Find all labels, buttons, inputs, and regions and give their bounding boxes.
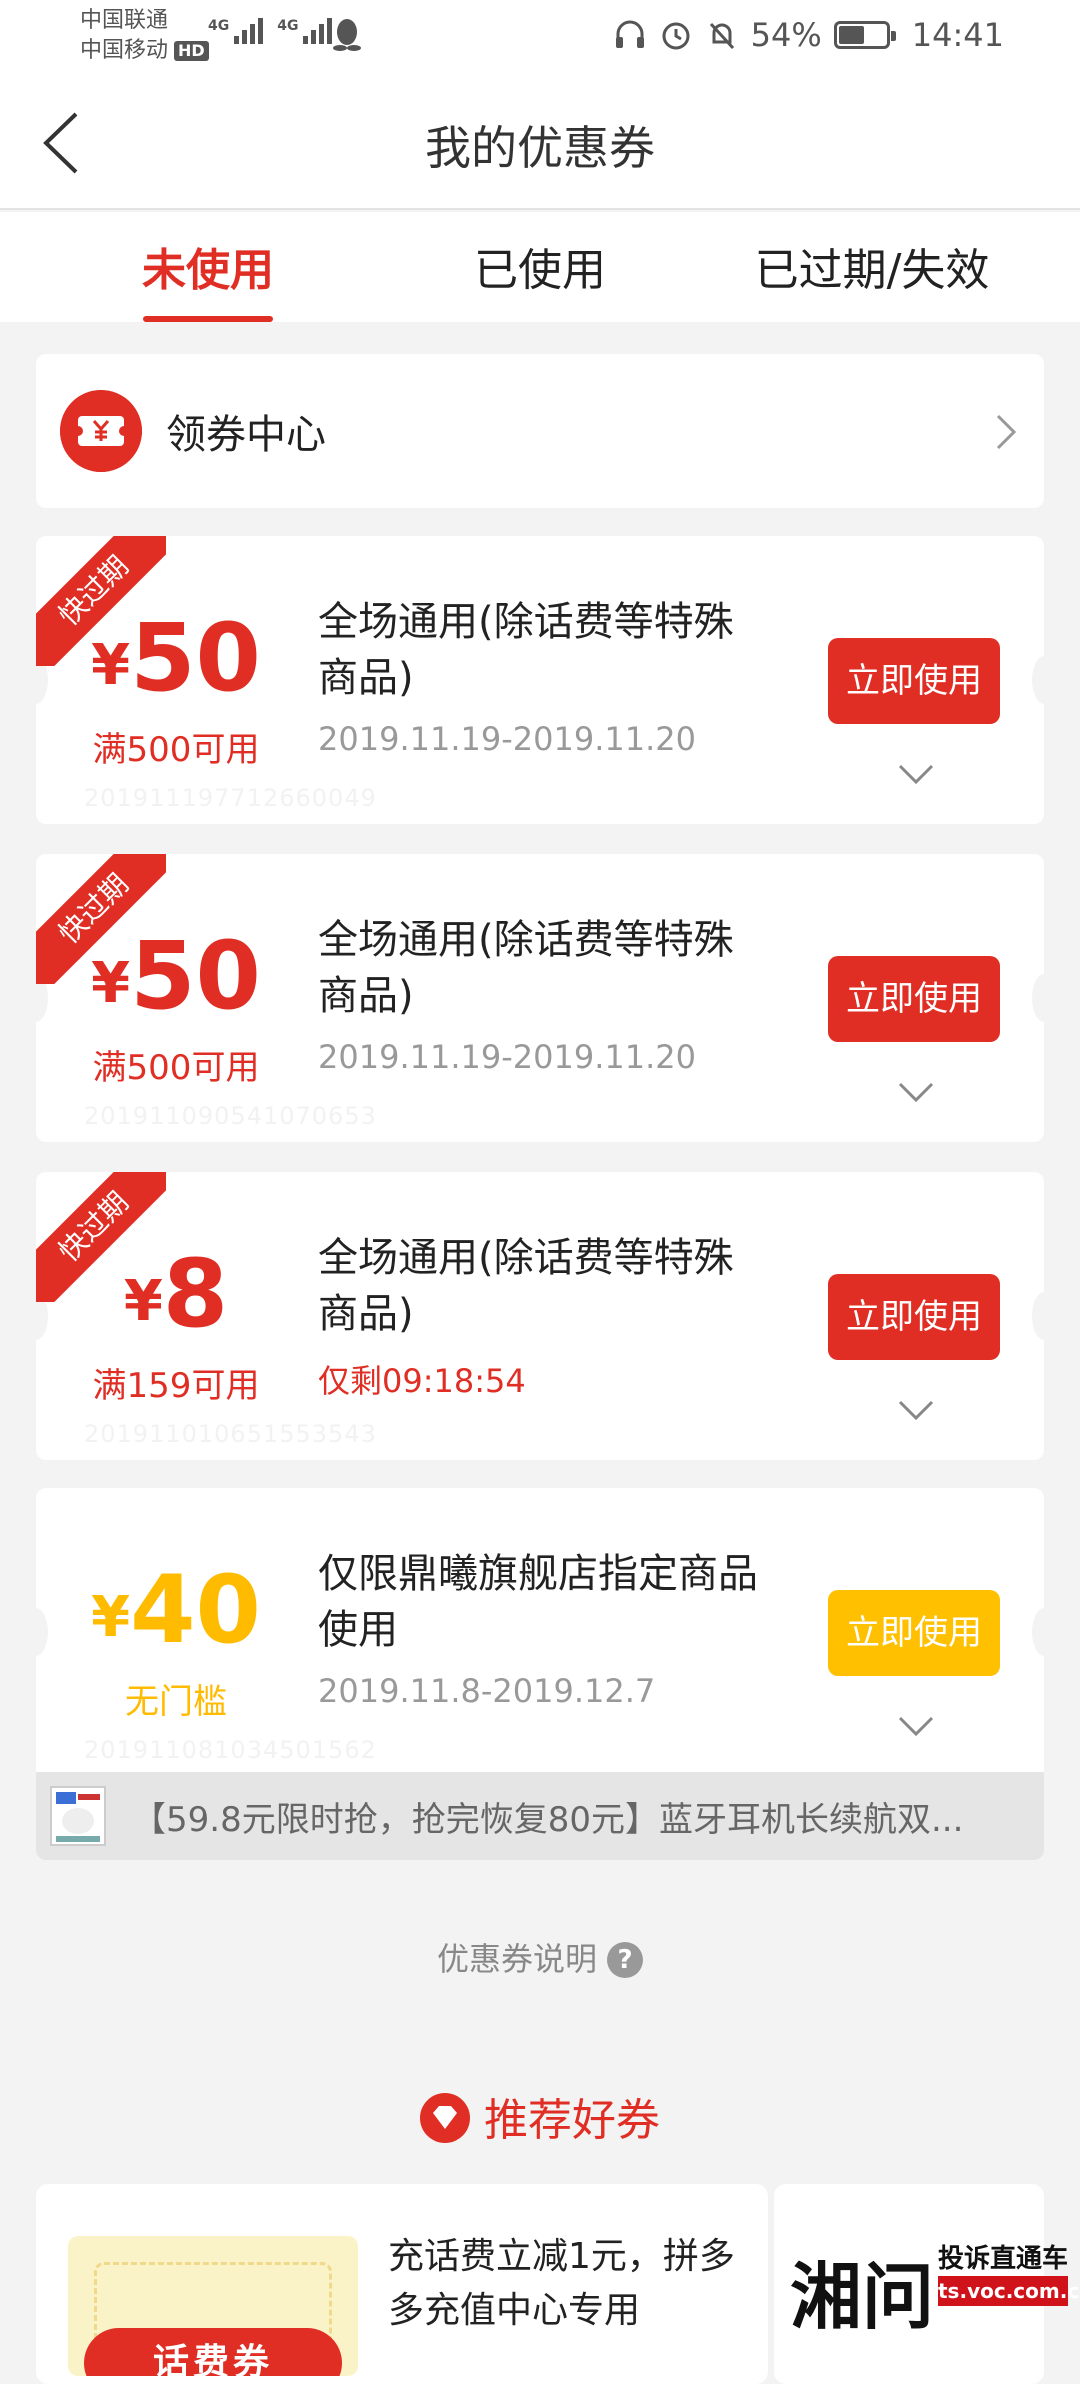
coupon-title: 全场通用(除话费等特殊商品) [318,1235,734,1337]
coupon-center-label: 领券中心 [166,412,326,458]
coupon-card: 快过期 ¥50 满500可用 全场通用(除话费等特殊商品) 2019.11.19… [36,536,1044,824]
coupon-amount: ¥8 [36,1240,316,1349]
coupon-countdown: 仅剩09:18:54 [318,1362,526,1400]
network-type-2: 4G [277,18,299,34]
watermark-tagline: 投诉直通车 [938,2244,1069,2274]
coupon-title: 仅限鼎曦旗舰店指定商品使用 [318,1551,758,1653]
ticket-notch [1032,1608,1044,1656]
coupon-amount: ¥50 [36,604,316,713]
recommend-section-title: 推荐好券 [0,2084,1080,2148]
recommend-coupon-text: 充话费立减1元，拼多多充值中心专用 [388,2236,735,2331]
use-now-button[interactable]: 立即使用 [828,956,1000,1042]
coupon-title: 全场通用(除话费等特殊商品) [318,599,734,701]
recommend-title-text: 推荐好券 [484,2095,660,2146]
currency-symbol: ¥ [91,1585,131,1650]
coupon-explanation-link[interactable]: 优惠券说明? [0,1934,1080,1980]
signal-indicators: 4G 4G [208,18,333,44]
watermark-logo: 湘问 投诉直通车 ts.voc.com.cn [786,2232,1080,2339]
product-ad-strip[interactable]: 【59.8元限时抢，抢完恢复80元】蓝牙耳机长续航双... [36,1772,1044,1860]
currency-symbol: ¥ [123,1269,163,1334]
ticket-notch [1032,1292,1044,1340]
network-type-1: 4G [208,18,230,34]
chevron-down-icon[interactable] [896,762,936,786]
recommend-coupon-card[interactable]: 话费券 充话费立减1元，拼多多充值中心专用 [36,2184,768,2384]
tab-expired[interactable]: 已过期/失效 [722,234,1022,298]
use-now-button[interactable]: 立即使用 [828,638,1000,724]
use-now-button[interactable]: 立即使用 [828,1590,1000,1676]
carrier-2: 中国移动 [80,38,169,63]
watermark-logo-text: 湘问 [790,2254,935,2339]
coupon-title: 全场通用(除话费等特殊商品) [318,917,734,1019]
coupon-code-faint: 201911197712660049 [84,784,377,812]
phone-credit-coupon-image: 话费券 [68,2236,358,2376]
coupon-validity: 2019.11.8-2019.12.7 [318,1672,656,1710]
diamond-badge-icon [420,2093,470,2143]
coupon-condition: 满159可用 [92,1366,260,1406]
amount-value: 50 [130,922,261,1031]
battery-icon [833,21,896,49]
currency-symbol: ¥ [91,633,131,698]
ticket-notch [1032,656,1044,704]
coupon-card: 快过期 ¥8 满159可用 全场通用(除话费等特殊商品) 仅剩09:18:54 … [36,1172,1044,1460]
signal-icon: 4G [208,18,264,44]
amount-value: 40 [130,1556,261,1665]
clock: 14:41 [911,16,1004,54]
mute-bell-icon [709,22,734,50]
use-now-button[interactable]: 立即使用 [828,1274,1000,1360]
chevron-down-icon[interactable] [896,1398,936,1422]
amount-value: 8 [162,1240,229,1349]
coupon-condition: 无门槛 [125,1682,227,1722]
coupon-condition: 满500可用 [92,730,260,770]
nav-bar: 我的优惠券 [0,72,1080,210]
coupon-validity: 2019.11.19-2019.11.20 [318,1038,696,1076]
headset-icon [615,20,644,48]
coupon-ticket-icon [60,390,142,472]
chevron-right-icon [996,414,1017,450]
coupon-validity: 2019.11.19-2019.11.20 [318,720,696,758]
currency-symbol: ¥ [91,951,131,1016]
carrier-info: 中国联通 中国移动 HD [80,6,209,66]
explanation-label: 优惠券说明 [436,1940,597,1978]
battery-percent: 54% [750,16,822,54]
coupon-amount: ¥50 [36,922,316,1031]
coupon-condition: 满500可用 [92,1048,260,1088]
qq-penguin-icon [333,19,361,51]
alarm-icon [662,22,690,50]
coupon-amount: ¥40 [36,1556,316,1665]
carrier-1: 中国联通 [80,8,169,33]
tab-used[interactable]: 已使用 [390,234,690,298]
coupon-card: ¥40 无门槛 仅限鼎曦旗舰店指定商品使用 2019.11.8-2019.12.… [36,1488,1044,1776]
coupon-image-label: 话费券 [84,2328,342,2376]
help-icon: ? [607,1942,643,1978]
status-bar: 中国联通 中国移动 HD 4G 4G 54% 14:41 [0,0,1080,72]
ad-text: 【59.8元限时抢，抢完恢复80元】蓝牙耳机长续航双... [132,1800,964,1840]
tab-bar: 未使用 已使用 已过期/失效 [0,212,1080,322]
signal-icon: 4G [277,18,333,44]
chevron-down-icon[interactable] [896,1080,936,1104]
chevron-down-icon[interactable] [896,1714,936,1738]
hd-badge: HD [174,41,209,61]
amount-value: 50 [130,604,261,713]
product-thumbnail [50,1786,106,1846]
coupon-code-faint: 201911010651553543 [84,1420,377,1448]
coupon-center-row[interactable]: 领券中心 [36,354,1044,508]
status-right: 54% 14:41 [613,16,1004,54]
coupon-code-faint: 201911090541070653 [84,1102,377,1130]
coupon-card: 快过期 ¥50 满500可用 全场通用(除话费等特殊商品) 2019.11.19… [36,854,1044,1142]
watermark-url: ts.voc.com.cn [938,2276,1080,2306]
tab-unused[interactable]: 未使用 [58,234,358,298]
active-tab-indicator [143,316,273,322]
ticket-notch [1032,974,1044,1022]
page-title: 我的优惠券 [425,121,655,175]
coupon-code-faint: 201911081034501562 [84,1736,377,1764]
